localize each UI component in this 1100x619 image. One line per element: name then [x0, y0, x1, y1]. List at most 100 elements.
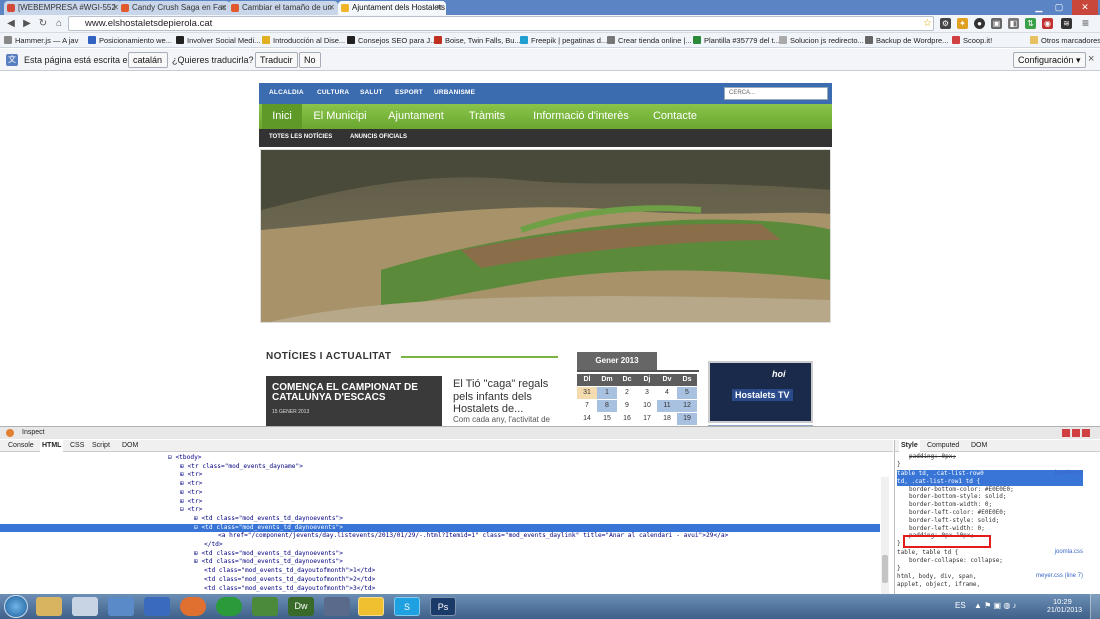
- tab-dom[interactable]: DOM: [971, 440, 987, 452]
- bookmark-item[interactable]: Hammer.js — A jav: [4, 33, 78, 48]
- extension-icon[interactable]: ⇅: [1025, 18, 1036, 29]
- calendar-day[interactable]: 15: [597, 413, 617, 425]
- calendar-day[interactable]: 16: [617, 413, 637, 425]
- chrome-icon[interactable]: [358, 597, 384, 616]
- tree-node[interactable]: ⊟ <tbody>: [0, 454, 880, 463]
- bookmark-item[interactable]: Introducción al Dise...: [262, 33, 345, 48]
- tree-node[interactable]: ⊞ <tr>: [0, 471, 880, 480]
- css-source[interactable]: joomla.css: [1055, 470, 1083, 478]
- maximize-icon[interactable]: ▢: [1050, 0, 1068, 15]
- reload-icon[interactable]: ↻: [36, 17, 50, 31]
- calendar-day[interactable]: 31: [577, 387, 597, 399]
- other-bookmarks[interactable]: Otros marcadores: [1030, 33, 1100, 48]
- tab-dom[interactable]: DOM: [122, 440, 138, 452]
- excel-icon[interactable]: [252, 597, 278, 616]
- dreamweaver-icon[interactable]: Dw: [288, 597, 314, 616]
- top-link[interactable]: ESPORT: [395, 89, 423, 96]
- language-select[interactable]: catalán ▾: [128, 52, 168, 79]
- tree-node[interactable]: <td class="mod_events_td_dayoutofmonth">…: [0, 567, 880, 576]
- browser-tab-3[interactable]: Ajuntament dels Hostalets ✕: [338, 1, 446, 15]
- calendar-day[interactable]: 10: [637, 400, 657, 412]
- css-selector[interactable]: html, body, div, span,: [897, 573, 976, 581]
- layers-icon[interactable]: ≋: [1061, 18, 1072, 29]
- sub-link[interactable]: TOTES LES NOTÍCIES: [269, 134, 332, 140]
- start-button[interactable]: [4, 595, 28, 618]
- bookmark-item[interactable]: Freepik | pegatinas d...: [520, 33, 607, 48]
- calendar-day[interactable]: 17: [637, 413, 657, 425]
- no-button[interactable]: No: [299, 52, 321, 68]
- tab-computed[interactable]: Computed: [927, 440, 959, 452]
- forward-icon[interactable]: ▶: [20, 17, 34, 31]
- bookmark-item[interactable]: Scoop.it!: [952, 33, 992, 48]
- scrollbar-thumb[interactable]: [882, 555, 888, 583]
- translate-button[interactable]: Traducir: [255, 52, 298, 68]
- css-property[interactable]: border-bottom-width: 0;: [897, 501, 992, 509]
- top-link[interactable]: ALCALDIA: [269, 89, 304, 96]
- css-property[interactable]: border-bottom-color: #E0E0E0;: [897, 486, 1014, 494]
- search-input[interactable]: CERCA...: [724, 87, 828, 100]
- spotify-icon[interactable]: [216, 597, 242, 616]
- css-selector[interactable]: table, table td {: [897, 549, 958, 557]
- nav-municipi[interactable]: El Municipi: [305, 104, 375, 129]
- css-property[interactable]: border-bottom-style: solid;: [897, 493, 1007, 501]
- calendar-day[interactable]: 1: [597, 387, 617, 399]
- calendar-day[interactable]: 18: [657, 413, 677, 425]
- calendar-day[interactable]: 4: [657, 387, 677, 399]
- css-property[interactable]: padding: 0px;: [897, 453, 956, 461]
- tree-node[interactable]: ⊞ <td class="mod_events_td_daynoevents">: [0, 550, 880, 559]
- close-icon[interactable]: ✕: [436, 1, 443, 15]
- calendar-day[interactable]: 3: [637, 387, 657, 399]
- top-link[interactable]: CULTURA: [317, 89, 349, 96]
- tree-node[interactable]: ⊞ <td class="mod_events_td_daynoevents">: [0, 558, 880, 567]
- css-property[interactable]: border-left-width: 0;: [897, 525, 985, 533]
- tree-node-selected[interactable]: ⊟ <td class="mod_events_td_daynoevents">: [0, 523, 880, 533]
- bookmark-item[interactable]: Involver Social Medi...: [176, 33, 260, 48]
- close-icon[interactable]: ✕: [220, 1, 227, 15]
- scrollbar[interactable]: [881, 477, 889, 595]
- top-link[interactable]: SALUT: [360, 89, 383, 96]
- tray-icons[interactable]: ▲ ⚑ ▣ ◍ ♪: [974, 601, 1017, 610]
- calendar-day[interactable]: 11: [657, 400, 677, 412]
- nav-ajuntament[interactable]: Ajuntament: [378, 104, 454, 129]
- tree-node[interactable]: ⊞ <td class="mod_events_td_daynoevents">: [0, 515, 880, 524]
- tree-node[interactable]: ⊞ <tr>: [0, 489, 880, 498]
- browser-tab-2[interactable]: Cambiar el tamaño de un ✕: [228, 1, 338, 15]
- nav-informacio[interactable]: Informació d'interès: [520, 104, 642, 129]
- bookmark-item[interactable]: Plantilla #35779 del t...: [693, 33, 780, 48]
- calendar-day[interactable]: 12: [677, 400, 697, 412]
- calendar-day[interactable]: 2: [617, 387, 637, 399]
- extension-icon[interactable]: ●: [974, 18, 985, 29]
- config-button[interactable]: Configuración ▾: [1013, 52, 1086, 68]
- menu-icon[interactable]: ≡: [1080, 17, 1091, 29]
- extension-icon[interactable]: ▣: [991, 18, 1002, 29]
- calendar-day[interactable]: 5: [677, 387, 697, 399]
- notepad-icon[interactable]: [72, 597, 98, 616]
- photoshop-icon[interactable]: Ps: [430, 597, 456, 616]
- css-source[interactable]: meyer.css (line 7): [1036, 573, 1083, 581]
- star-icon[interactable]: ☆: [922, 18, 933, 29]
- extension-icon[interactable]: ◉: [1042, 18, 1053, 29]
- tab-html[interactable]: HTML: [40, 440, 64, 452]
- language-indicator[interactable]: ES: [955, 601, 966, 610]
- tab-style[interactable]: Style: [899, 440, 920, 452]
- tree-node[interactable]: <a href="/component/jevents/day.listeven…: [0, 532, 880, 541]
- close-icon[interactable]: ✕: [328, 1, 335, 15]
- tree-node[interactable]: ⊞ <tr class="mod_events_dayname">: [0, 463, 880, 472]
- skype-icon[interactable]: S: [394, 597, 420, 616]
- tree-node[interactable]: <td class="mod_events_td_dayoutofmonth">…: [0, 576, 880, 585]
- bookmark-item[interactable]: Backup de Wordpre...: [865, 33, 948, 48]
- extension-icon[interactable]: ◧: [1008, 18, 1019, 29]
- calendar-day[interactable]: 7: [577, 400, 597, 412]
- bookmark-item[interactable]: Crear tienda online |...: [607, 33, 692, 48]
- top-link[interactable]: URBANISME: [434, 89, 475, 96]
- hostalets-tv-banner[interactable]: hoi Hostalets TV: [708, 361, 813, 423]
- back-icon[interactable]: ◀: [4, 17, 18, 31]
- calendar-month[interactable]: Gener 2013: [577, 352, 657, 370]
- folder-icon[interactable]: [36, 597, 62, 616]
- nav-contacte[interactable]: Contacte: [645, 104, 705, 129]
- calendar-day[interactable]: 9: [617, 400, 637, 412]
- tree-node[interactable]: ⊞ <tr>: [0, 498, 880, 507]
- close-icon[interactable]: ×: [1088, 53, 1094, 65]
- calendar-day[interactable]: 19: [677, 413, 697, 425]
- clock-time[interactable]: 10:29: [1053, 597, 1072, 606]
